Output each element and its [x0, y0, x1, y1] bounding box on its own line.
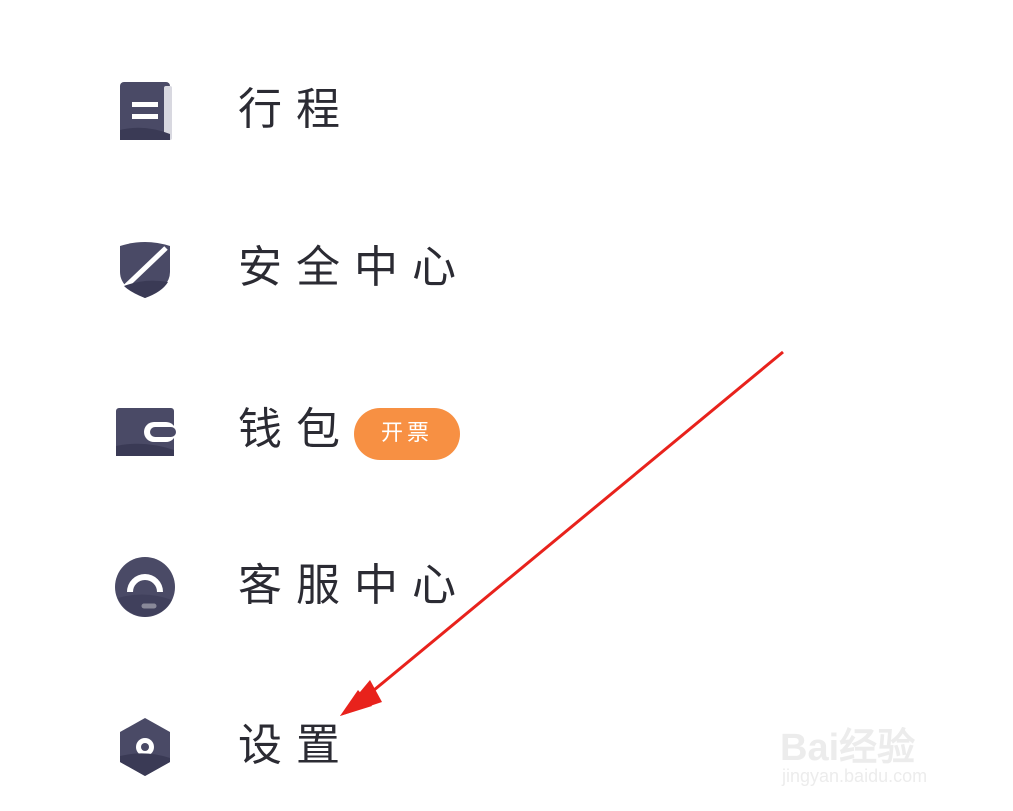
menu-item-label: 钱包 — [238, 404, 354, 455]
gear-icon — [114, 716, 176, 778]
menu-item-label: 行程 — [238, 84, 354, 135]
menu-item-label: 安全中心 — [238, 242, 470, 293]
wallet-icon — [114, 400, 176, 462]
invoice-badge[interactable]: 开票 — [354, 408, 460, 460]
watermark-url: jingyan.baidu.com — [782, 766, 928, 786]
menu-item-itinerary[interactable]: 行程 — [100, 60, 700, 160]
menu-item-label: 客服中心 — [238, 560, 470, 611]
watermark-logo: Bai经验 — [780, 727, 916, 769]
shield-icon — [114, 238, 176, 300]
menu-item-wallet[interactable]: 钱包 开票 — [100, 380, 700, 480]
document-icon — [114, 80, 176, 142]
menu-item-settings[interactable]: 设置 — [100, 696, 700, 796]
menu-item-security-center[interactable]: 安全中心 — [100, 218, 700, 318]
menu-item-customer-service[interactable]: 客服中心 — [100, 536, 700, 636]
menu-item-label: 设置 — [238, 720, 354, 771]
headset-icon — [114, 556, 176, 618]
watermark: Bai经验 jingyan.baidu.com — [780, 700, 1000, 795]
